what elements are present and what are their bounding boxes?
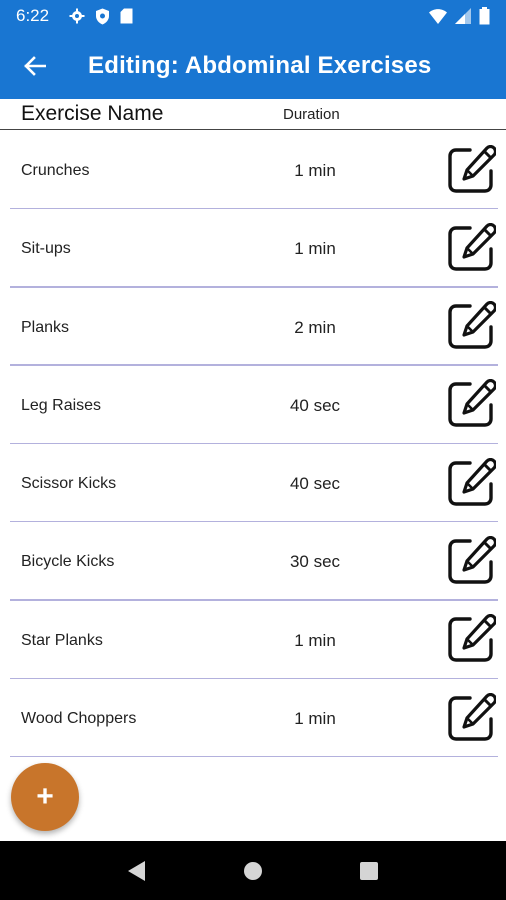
back-triangle-icon[interactable] [127, 860, 147, 882]
table-row: Planks 2 min [0, 288, 506, 366]
exercise-duration: 1 min [294, 239, 336, 259]
sd-card-icon [120, 8, 133, 24]
edit-icon [446, 614, 498, 669]
gear-icon [69, 8, 85, 24]
edit-icon [446, 457, 498, 513]
arrow-back-icon [24, 55, 46, 76]
edit-button[interactable] [444, 535, 498, 591]
table-row: Scissor Kicks 40 sec [0, 444, 506, 523]
edit-button[interactable] [444, 144, 498, 200]
exercise-duration: 2 min [294, 317, 336, 337]
edit-button[interactable] [444, 222, 498, 278]
edit-button[interactable] [444, 301, 498, 356]
exercise-name: Star Planks [21, 631, 103, 649]
table-header: Exercise Name Duration [0, 99, 506, 130]
exercise-duration: 40 sec [289, 474, 341, 494]
exercise-duration: 1 min [294, 709, 336, 729]
edit-button[interactable] [444, 379, 498, 434]
edit-button[interactable] [444, 457, 498, 513]
exercise-duration: 30 sec [289, 552, 341, 572]
edit-icon [446, 692, 498, 748]
status-time: 6:22 [16, 6, 50, 25]
shield-icon [96, 8, 110, 24]
table-row: Wood Choppers 1 min [0, 679, 506, 758]
exercise-name: Crunches [21, 162, 90, 179]
edit-icon [446, 379, 498, 434]
app-bar: Editing: Abdominal Exercises [0, 32, 506, 99]
exercise-list: Crunches 1 min Sit-ups 1 min Planks 2 min Leg … [0, 131, 506, 758]
row-divider [10, 755, 498, 758]
edit-button[interactable] [444, 614, 498, 669]
back-button[interactable] [0, 32, 70, 99]
table-row: Sit-ups 1 min [0, 209, 506, 288]
home-circle-icon[interactable] [242, 860, 264, 882]
edit-icon [446, 222, 498, 278]
table-row: Leg Raises 40 sec [0, 366, 506, 445]
edit-icon [446, 535, 498, 591]
add-icon: + [36, 780, 54, 813]
header-duration: Duration [283, 105, 340, 123]
table-row: Crunches 1 min [0, 131, 506, 210]
recents-square-icon[interactable] [359, 861, 379, 881]
exercise-name: Sit-ups [21, 240, 71, 258]
add-exercise-button[interactable]: + [11, 763, 79, 831]
wifi-icon [429, 8, 447, 24]
exercise-duration: 1 min [294, 630, 336, 650]
exercise-name: Wood Choppers [21, 710, 137, 728]
table-row: Star Planks 1 min [0, 601, 506, 680]
navigation-bar [0, 841, 506, 900]
signal-icon [455, 8, 471, 24]
exercise-name: Bicycle Kicks [21, 553, 115, 571]
exercise-name: Scissor Kicks [21, 475, 117, 493]
battery-icon [479, 7, 490, 25]
header-exercise-name: Exercise Name [21, 102, 164, 125]
edit-icon [446, 144, 498, 200]
exercise-name: Planks [21, 318, 70, 336]
exercise-duration: 40 sec [289, 395, 341, 415]
exercise-duration: 1 min [294, 161, 336, 180]
edit-icon [446, 301, 498, 356]
page-title: Editing: Abdominal Exercises [88, 51, 432, 79]
table-row: Bicycle Kicks 30 sec [0, 522, 506, 601]
status-bar: 6:22 [0, 0, 506, 32]
edit-button[interactable] [444, 692, 498, 748]
exercise-name: Leg Raises [21, 396, 102, 414]
